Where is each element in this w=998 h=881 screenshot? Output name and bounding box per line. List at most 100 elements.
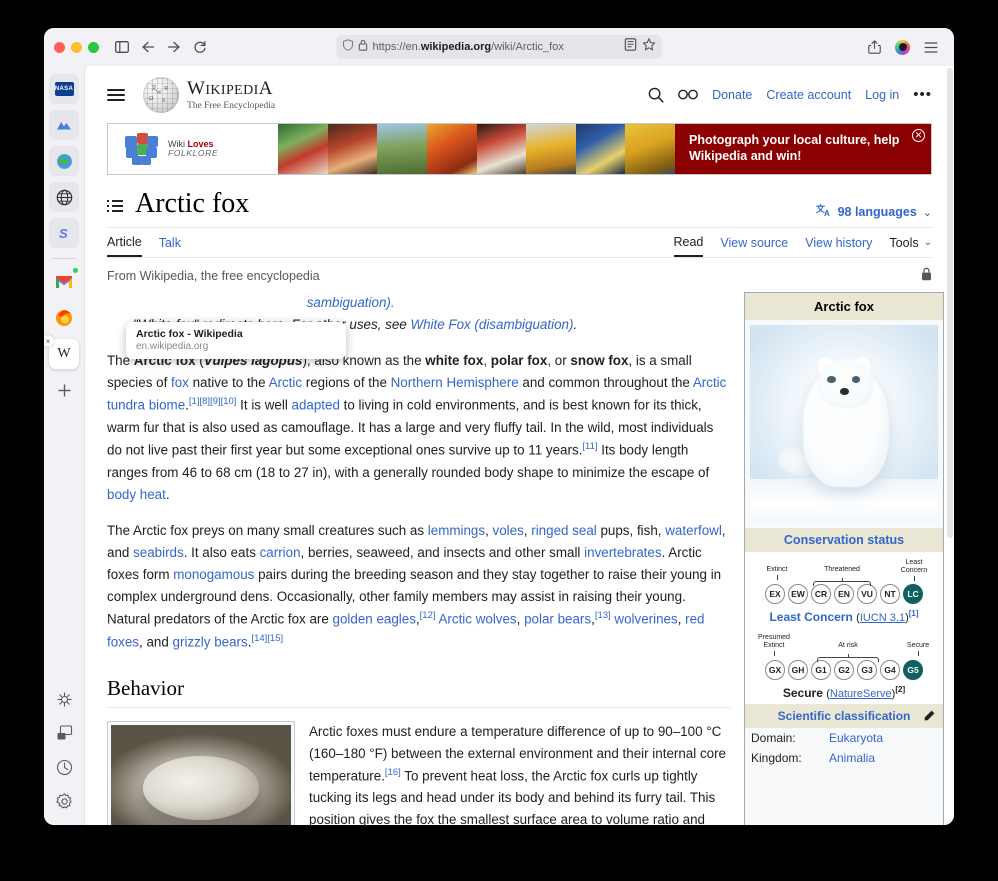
address-bar[interactable]: https://en.wikipedia.org/wiki/Arctic_fox [336,35,662,59]
main-menu-icon[interactable] [107,88,125,101]
maximize-window-button[interactable] [88,41,99,53]
tab-firefox[interactable] [49,303,79,333]
iucn-ex[interactable]: EX [765,584,785,604]
inline-link[interactable]: lemmings [428,523,485,538]
tab-gmail[interactable] [49,267,79,297]
more-options-icon[interactable]: ••• [913,86,932,103]
arctic-fox-photo[interactable] [750,325,938,523]
wikipedia-logo[interactable]: 文 Я Ω א W WIKIPEDIA The Free Encyclopedi… [143,76,275,113]
inline-link[interactable]: seabirds [133,545,184,560]
tab-view-history[interactable]: View history [805,228,872,257]
reference-link[interactable]: [16] [385,767,401,778]
banner-call-to-action[interactable]: Photograph your local culture, help Wiki… [675,124,931,174]
semi-protected-lock-icon[interactable] [921,267,932,284]
tab-read[interactable]: Read [673,228,704,257]
inline-link[interactable]: Arctic [269,375,302,390]
page-scrollbar[interactable] [947,68,953,823]
inline-link[interactable]: wolverines [614,612,677,627]
ns-gh[interactable]: GH [788,660,808,680]
iucn-en[interactable]: EN [834,584,854,604]
donate-link[interactable]: Donate [712,88,752,102]
glasses-icon[interactable] [678,89,698,100]
inline-link[interactable]: adapted [292,398,340,413]
tab-nasa[interactable]: NASA [49,74,79,104]
inline-link[interactable]: voles [493,523,524,538]
inline-link[interactable]: body heat [107,487,166,502]
reference-link[interactable]: [1][8][9][10] [189,396,237,407]
natureserve-source-link[interactable]: NatureServe [830,688,892,700]
log-in-link[interactable]: Log in [865,88,899,102]
inline-link[interactable]: Arctic wolves [439,612,517,627]
table-of-contents-icon[interactable] [107,200,123,212]
tab-earth[interactable] [49,146,79,176]
close-window-button[interactable] [54,41,65,53]
scrollbar-thumb[interactable] [947,68,953,538]
tab-article[interactable]: Article [107,228,142,257]
inline-link[interactable]: grizzly bears [173,634,248,649]
search-icon[interactable] [648,87,664,103]
tab-arc[interactable] [49,110,79,140]
iucn-vu[interactable]: VU [857,584,877,604]
language-selector-button[interactable]: 文A 98 languages ⌄ [815,203,932,221]
hatnote-1-link[interactable]: sambiguation). [307,295,395,310]
wiki-loves-folklore-banner[interactable]: Wiki Loves FOLKLORE Photograph your loca… [107,123,932,175]
ns-ref[interactable]: [2] [895,685,905,694]
sidebar-toggle-icon[interactable] [109,34,135,60]
ns-g4[interactable]: G4 [880,660,900,680]
new-tab-button[interactable] [49,375,79,405]
inline-link[interactable]: golden eagles [333,612,416,627]
share-icon[interactable] [861,34,887,60]
ns-g1[interactable]: G1 [811,660,831,680]
ns-gx[interactable]: GX [765,660,785,680]
ns-g5[interactable]: G5 [903,660,923,680]
reference-link[interactable]: [12] [420,610,436,621]
inline-link[interactable]: monogamous [173,567,254,582]
tab-talk[interactable]: Talk [159,228,181,257]
close-tab-icon[interactable]: × [44,335,54,347]
reference-link[interactable]: [13] [595,610,611,621]
inline-link[interactable]: invertebrates [584,545,661,560]
iucn-cr[interactable]: CR [811,584,831,604]
archive-icon[interactable] [54,723,74,743]
ns-g2[interactable]: G2 [834,660,854,680]
spaces-icon[interactable] [54,689,74,709]
inline-link[interactable]: carrion [260,545,301,560]
star-bookmark-icon[interactable] [642,37,656,56]
create-account-link[interactable]: Create account [766,88,851,102]
inline-link[interactable]: ringed seal [531,523,597,538]
reference-link[interactable]: [11] [582,441,597,452]
back-arrow-icon[interactable] [135,34,161,60]
inline-link[interactable]: Northern Hemisphere [391,375,519,390]
pencil-edit-icon[interactable] [924,710,935,724]
reference-link[interactable]: [14][15] [251,633,283,644]
settings-gear-icon[interactable] [54,791,74,811]
iucn-ew[interactable]: EW [788,584,808,604]
ns-g3[interactable]: G3 [857,660,877,680]
forward-arrow-icon[interactable] [161,34,187,60]
close-banner-icon[interactable]: ✕ [912,129,925,142]
behavior-thumbnail[interactable]: A sleeping Arctic fox with its tail wrap… [107,720,295,825]
history-icon[interactable] [54,757,74,777]
window-controls[interactable] [54,41,99,53]
inline-link[interactable]: waterfowl [665,523,722,538]
tab-stripe[interactable]: S [49,218,79,248]
text-run: , [483,353,491,369]
reader-view-icon[interactable] [624,38,637,56]
hatnote-2-link[interactable]: White Fox (disambiguation) [410,317,573,332]
extension-ring-icon[interactable] [895,39,910,55]
tab-tools[interactable]: Tools ⌄ [889,228,932,257]
tab-view-source[interactable]: View source [720,228,788,257]
reload-icon[interactable] [187,34,213,60]
conservation-status-link[interactable]: Conservation status [784,533,904,547]
minimize-window-button[interactable] [71,41,82,53]
tab-globe[interactable] [49,182,79,212]
sidebar-bottom-actions [54,689,74,811]
iucn-lc[interactable]: LC [903,584,923,604]
hamburger-menu-icon[interactable] [918,34,944,60]
iucn-source-link[interactable]: IUCN 3.1 [860,612,905,624]
inline-link[interactable]: fox [171,375,189,390]
tab-wikipedia-active[interactable]: × W [44,335,79,369]
iucn-nt[interactable]: NT [880,584,900,604]
inline-link[interactable]: polar bears [524,612,591,627]
iucn-ref[interactable]: [1] [909,609,919,618]
